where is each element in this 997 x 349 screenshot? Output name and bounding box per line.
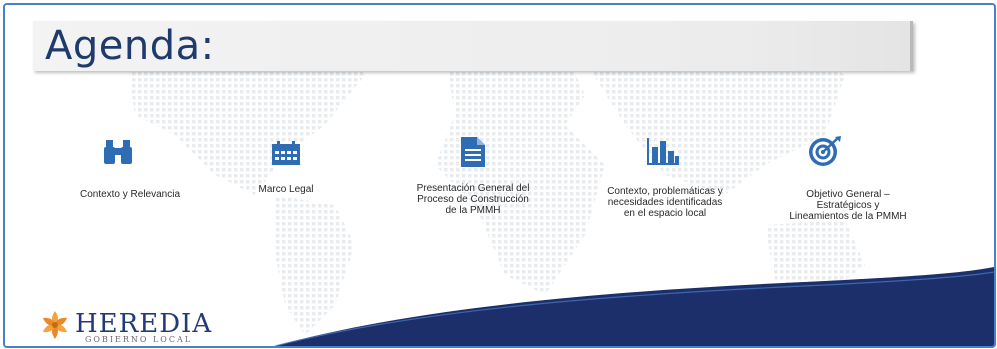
heredia-logo-icon <box>42 311 68 339</box>
logo-subtitle: GOBIERNO LOCAL <box>85 335 193 344</box>
bottom-wave-decoration <box>274 267 994 346</box>
logo-name: HEREDIA <box>75 309 213 339</box>
slide: Agenda: Contexto y Relevancia Marco Lega… <box>3 3 996 348</box>
